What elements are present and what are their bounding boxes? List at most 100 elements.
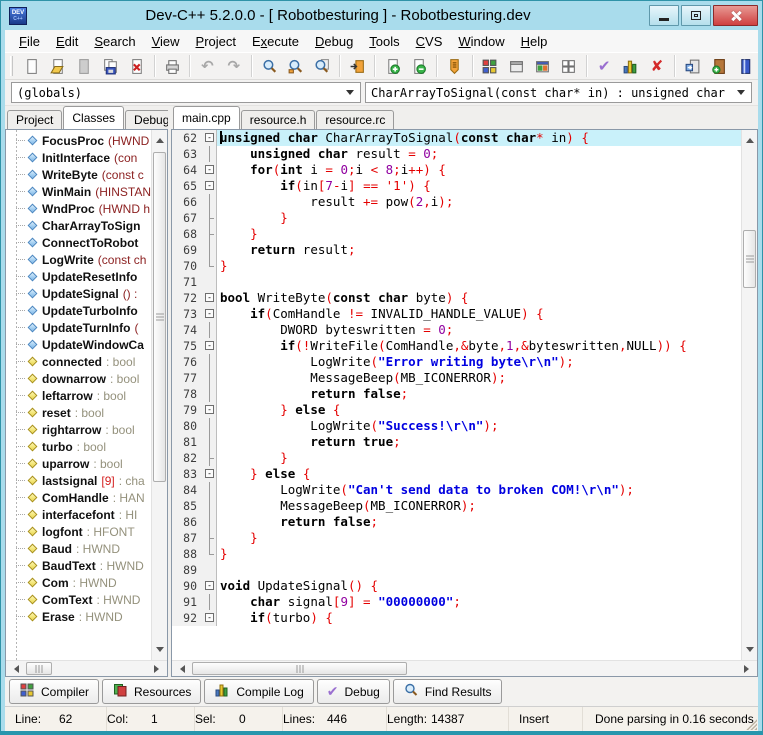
- code-line-75[interactable]: 75- if(!WriteFile(ComHandle,&byte,1,&byt…: [172, 338, 741, 354]
- menu-execute[interactable]: Execute: [244, 32, 307, 51]
- scroll-up-icon[interactable]: [156, 134, 164, 143]
- code-text[interactable]: for(int i = 0;i < 8;i++) {: [217, 162, 741, 178]
- code-text[interactable]: }: [217, 450, 741, 466]
- code-line-62[interactable]: 62-unsigned char CharArrayToSignal(const…: [172, 130, 741, 146]
- scroll-left-icon[interactable]: [176, 665, 185, 673]
- fold-marker[interactable]: -: [202, 578, 217, 594]
- code-text[interactable]: if(!WriteFile(ComHandle,&byte,1,&byteswr…: [217, 338, 741, 354]
- bookmark-button[interactable]: [441, 54, 467, 78]
- code-text[interactable]: void UpdateSignal() {: [217, 578, 741, 594]
- tree-item-lastsignal[interactable]: lastsignal[9]: cha: [6, 472, 151, 489]
- code-line-81[interactable]: 81 return true;: [172, 434, 741, 450]
- menu-tools[interactable]: Tools: [361, 32, 407, 51]
- line-number[interactable]: 88: [172, 546, 202, 562]
- tree-vertical-scrollbar[interactable]: [151, 130, 167, 660]
- line-number[interactable]: 91: [172, 594, 202, 610]
- tree-item-erase[interactable]: Erase: HWND: [6, 608, 151, 625]
- maximize-button[interactable]: [681, 5, 711, 26]
- fold-marker[interactable]: -: [202, 178, 217, 194]
- replace-button[interactable]: [282, 54, 308, 78]
- fold-marker[interactable]: -: [202, 610, 217, 626]
- code-line-87[interactable]: 87 }: [172, 530, 741, 546]
- tree-item-reset[interactable]: reset: bool: [6, 404, 151, 421]
- code-line-82[interactable]: 82 }: [172, 450, 741, 466]
- scroll-down-icon[interactable]: [156, 647, 164, 656]
- syntax-check-button[interactable]: ✔: [591, 54, 617, 78]
- tree-item-focusproc[interactable]: FocusProc(HWND: [6, 132, 151, 149]
- code-line-78[interactable]: 78 return false;: [172, 386, 741, 402]
- line-number[interactable]: 81: [172, 434, 202, 450]
- code-text[interactable]: char signal[9] = "00000000";: [217, 594, 741, 610]
- package-manager-button[interactable]: [556, 54, 582, 78]
- code-line-66[interactable]: 66 result += pow(2,i);: [172, 194, 741, 210]
- tree-item-wndproc[interactable]: WndProc(HWND h: [6, 200, 151, 217]
- code-text[interactable]: return false;: [217, 386, 741, 402]
- tree-item-winmain[interactable]: WinMain(HINSTAN: [6, 183, 151, 200]
- code-line-72[interactable]: 72-bool WriteByte(const char byte) {: [172, 290, 741, 306]
- report-tab-find-results[interactable]: Find Results: [393, 679, 502, 704]
- line-number[interactable]: 66: [172, 194, 202, 210]
- scroll-left-icon[interactable]: [10, 665, 19, 673]
- code-line-63[interactable]: 63 unsigned char result = 0;: [172, 146, 741, 162]
- tree-item-updateturboinfo[interactable]: UpdateTurboInfo: [6, 302, 151, 319]
- tab-debug[interactable]: Debug: [125, 110, 168, 129]
- print-button[interactable]: [159, 54, 185, 78]
- find-in-files-button[interactable]: [309, 54, 335, 78]
- find-button[interactable]: [256, 54, 282, 78]
- code-line-92[interactable]: 92- if(turbo) {: [172, 610, 741, 626]
- tree-item-rightarrow[interactable]: rightarrow: bool: [6, 421, 151, 438]
- open-file-button[interactable]: [44, 54, 70, 78]
- fold-marker[interactable]: -: [202, 306, 217, 322]
- code-line-64[interactable]: 64- for(int i = 0;i < 8;i++) {: [172, 162, 741, 178]
- window-button[interactable]: [503, 54, 529, 78]
- tree-horizontal-scrollbar[interactable]: [6, 660, 167, 676]
- tree-item-updateresetinfo[interactable]: UpdateResetInfo: [6, 268, 151, 285]
- file-tab-resource-h[interactable]: resource.h: [241, 110, 316, 129]
- code-line-76[interactable]: 76 LogWrite("Error writing byte\r\n");: [172, 354, 741, 370]
- code-line-67[interactable]: 67 }: [172, 210, 741, 226]
- line-number[interactable]: 83: [172, 466, 202, 482]
- code-line-85[interactable]: 85 MessageBeep(MB_ICONERROR);: [172, 498, 741, 514]
- profile-button[interactable]: [617, 54, 643, 78]
- line-number[interactable]: 63: [172, 146, 202, 162]
- report-tab-debug[interactable]: ✔Debug: [317, 679, 390, 704]
- toolbar-grip[interactable]: [10, 56, 13, 76]
- line-number[interactable]: 89: [172, 562, 202, 578]
- menu-window[interactable]: Window: [450, 32, 512, 51]
- line-number[interactable]: 79: [172, 402, 202, 418]
- code-line-79[interactable]: 79- } else {: [172, 402, 741, 418]
- code-text[interactable]: }: [217, 226, 741, 242]
- line-number[interactable]: 87: [172, 530, 202, 546]
- tab-project[interactable]: Project: [7, 110, 62, 129]
- line-number[interactable]: 90: [172, 578, 202, 594]
- line-number[interactable]: 85: [172, 498, 202, 514]
- report-tab-compile-log[interactable]: Compile Log: [204, 679, 313, 704]
- code-line-80[interactable]: 80 LogWrite("Success!\r\n");: [172, 418, 741, 434]
- menu-help[interactable]: Help: [513, 32, 556, 51]
- code-line-86[interactable]: 86 return false;: [172, 514, 741, 530]
- code-text[interactable]: result += pow(2,i);: [217, 194, 741, 210]
- line-number[interactable]: 73: [172, 306, 202, 322]
- tree-item-updatesignal[interactable]: UpdateSignal() :: [6, 285, 151, 302]
- tree-item-writebyte[interactable]: WriteByte(const c: [6, 166, 151, 183]
- editor-vertical-scrollbar[interactable]: [741, 130, 757, 660]
- menu-search[interactable]: Search: [86, 32, 143, 51]
- line-number[interactable]: 67: [172, 210, 202, 226]
- line-number[interactable]: 65: [172, 178, 202, 194]
- code-line-74[interactable]: 74 DWORD byteswritten = 0;: [172, 322, 741, 338]
- fold-marker[interactable]: -: [202, 338, 217, 354]
- editor-hscroll-thumb[interactable]: [192, 662, 407, 675]
- project-options-button[interactable]: [529, 54, 555, 78]
- line-number[interactable]: 62: [172, 130, 202, 146]
- code-text[interactable]: }: [217, 546, 741, 562]
- add-watch-button[interactable]: [379, 54, 405, 78]
- tree-item-chararraytosign[interactable]: CharArrayToSign: [6, 217, 151, 234]
- code-text[interactable]: DWORD byteswritten = 0;: [217, 322, 741, 338]
- code-text[interactable]: }: [217, 530, 741, 546]
- code-text[interactable]: unsigned char result = 0;: [217, 146, 741, 162]
- tree-item-comhandle[interactable]: ComHandle: HAN: [6, 489, 151, 506]
- scroll-up-icon[interactable]: [746, 134, 754, 143]
- code-text[interactable]: MessageBeep(MB_ICONERROR);: [217, 370, 741, 386]
- code-line-90[interactable]: 90-void UpdateSignal() {: [172, 578, 741, 594]
- fold-marker[interactable]: -: [202, 130, 217, 146]
